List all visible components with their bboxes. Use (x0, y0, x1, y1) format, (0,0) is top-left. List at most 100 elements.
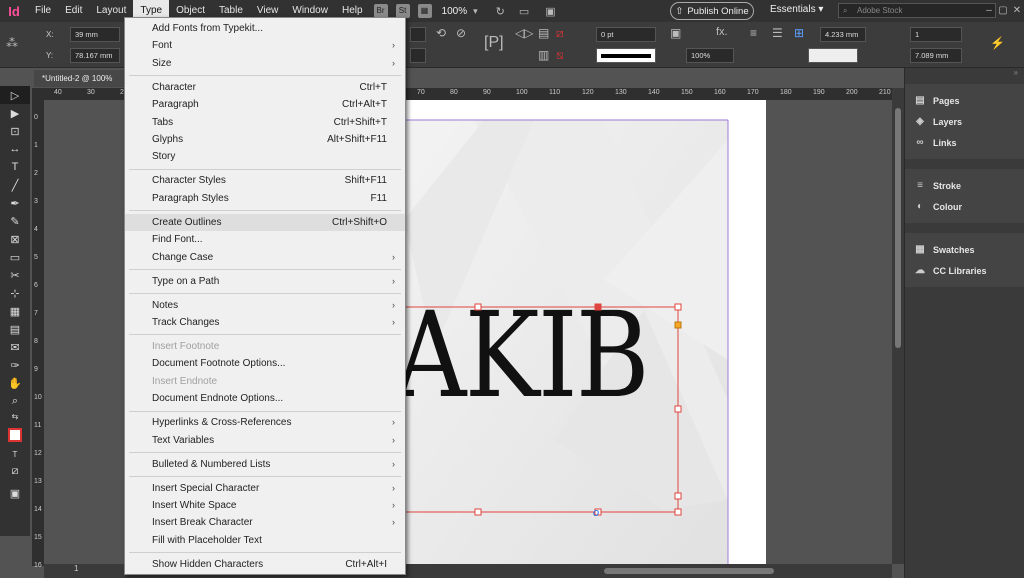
menu-item-show-hidden-characters[interactable]: Show Hidden Characters Ctrl+Alt+I (125, 556, 405, 573)
rotate-field-icon[interactable]: ⊘ (456, 26, 466, 40)
gap-tool-icon[interactable]: ↔ (0, 140, 30, 158)
stock-search-input[interactable]: ⌕ Adobe Stock (838, 3, 996, 18)
screen-mode-icon[interactable]: ▭ (519, 5, 529, 18)
menu-edit[interactable]: Edit (58, 0, 89, 22)
fill-stroke-icon[interactable] (0, 422, 30, 448)
menu-item-hyperlinks-cross-references[interactable]: Hyperlinks & Cross-References › (125, 414, 405, 431)
opacity-icon[interactable]: ▣ (670, 26, 681, 40)
menu-item-tabs[interactable]: Tabs Ctrl+Shift+T (125, 114, 405, 131)
workspace-switcher[interactable]: Essentials ▾ (770, 4, 823, 15)
selection-tool-icon[interactable]: ▷ (0, 86, 30, 104)
flip-icon[interactable]: ◁▷ (515, 26, 533, 40)
rectangle-frame-tool-icon[interactable]: ⊠ (0, 230, 30, 248)
stroke-weight-field[interactable]: 0 pt (596, 27, 656, 42)
gradient-swatch-tool-icon[interactable]: ▦ (0, 302, 30, 320)
free-transform-tool-icon[interactable]: ⊹ (0, 284, 30, 302)
formatting-affects-text-icon[interactable]: T (0, 448, 30, 460)
arrange-documents-icon[interactable]: ▣ (545, 5, 555, 18)
vertical-scrollbar[interactable] (892, 88, 904, 564)
panel-layers[interactable]: ◈ Layers (905, 111, 1024, 132)
apply-none-icon[interactable]: ⧄ (0, 460, 30, 482)
menu-item-change-case[interactable]: Change Case › (125, 249, 405, 266)
height-field[interactable] (410, 48, 426, 63)
menu-item-create-outlines[interactable]: Create Outlines Ctrl+Shift+O (125, 213, 405, 231)
collapse-panels-icon[interactable]: » (905, 68, 1024, 77)
panel-swatches[interactable]: ▦ Swatches (905, 239, 1024, 260)
vertical-scroll-thumb[interactable] (895, 108, 901, 348)
panel-stroke[interactable]: ≡ Stroke (905, 175, 1024, 196)
scissors-tool-icon[interactable]: ✂ (0, 266, 30, 284)
count-field[interactable]: 1 (910, 27, 962, 42)
menu-item-paragraph[interactable]: Paragraph Ctrl+Alt+T (125, 96, 405, 113)
menu-item-notes[interactable]: Notes › (125, 297, 405, 314)
type-tool-icon[interactable]: T (0, 158, 30, 176)
lightning-icon[interactable]: ⚡ (990, 36, 1005, 50)
close-icon[interactable]: ✕ (1010, 0, 1024, 22)
menu-item-story[interactable]: Story (125, 148, 405, 165)
size-field[interactable]: 7.089 mm (910, 48, 962, 63)
panel-pages[interactable]: ▤ Pages (905, 90, 1024, 111)
menu-item-text-variables[interactable]: Text Variables › (125, 432, 405, 449)
menu-item-insert-special-character[interactable]: Insert Special Character › (125, 480, 405, 497)
scale-field[interactable]: 100% (686, 48, 734, 63)
zoom-level[interactable]: 100% (442, 6, 468, 17)
menu-item-type-on-a-path[interactable]: Type on a Path › (125, 273, 405, 290)
pencil-tool-icon[interactable]: ✎ (0, 212, 30, 230)
constrain-icon[interactable]: ⟲ (436, 26, 446, 40)
reference-point-icon[interactable]: ⁂ (6, 36, 18, 50)
rectangle-tool-icon[interactable]: ▭ (0, 248, 30, 266)
menu-item-bulleted-numbered-lists[interactable]: Bulleted & Numbered Lists › (125, 456, 405, 473)
align-left-icon[interactable]: ≡ (750, 26, 757, 40)
document-tab[interactable]: *Untitled-2 @ 100% × (34, 70, 124, 100)
menu-item-character-styles[interactable]: Character Styles Shift+F11 (125, 172, 405, 189)
stroke-color-icon[interactable]: ⧅ (556, 48, 564, 63)
stroke-type-select[interactable] (596, 48, 656, 63)
width-field[interactable] (410, 27, 426, 42)
maximize-icon[interactable]: ▢ (996, 0, 1010, 22)
menu-item-insert-white-space[interactable]: Insert White Space › (125, 497, 405, 514)
stock-button[interactable]: St (395, 4, 410, 18)
bridge-button[interactable]: Br (373, 4, 388, 18)
swap-colors-icon[interactable]: ⇆ (0, 410, 30, 422)
menu-item-find-font[interactable]: Find Font... (125, 231, 405, 248)
horizontal-scroll-thumb[interactable] (604, 568, 774, 574)
menu-item-insert-break-character[interactable]: Insert Break Character › (125, 514, 405, 531)
menu-item-paragraph-styles[interactable]: Paragraph Styles F11 (125, 190, 405, 207)
x-position-field[interactable]: 39 mm (70, 27, 120, 42)
fill-swatch[interactable] (808, 48, 858, 63)
zoom-chevron-icon[interactable]: ▾ (473, 6, 478, 17)
panel-links[interactable]: ∞ Links (905, 132, 1024, 153)
gradient-feather-tool-icon[interactable]: ▤ (0, 320, 30, 338)
fill-none-icon[interactable]: ⧄ (556, 26, 564, 41)
view-options-icon[interactable]: ▦ (417, 4, 432, 18)
page-number[interactable]: 1 (74, 564, 78, 573)
note-tool-icon[interactable]: ✉ (0, 338, 30, 356)
menu-item-fill-with-placeholder-text[interactable]: Fill with Placeholder Text (125, 532, 405, 549)
minimize-icon[interactable]: – (982, 0, 996, 22)
eyedropper-tool-icon[interactable]: ✑ (0, 356, 30, 374)
screen-mode-tool-icon[interactable]: ▣ (0, 482, 30, 504)
menu-item-glyphs[interactable]: Glyphs Alt+Shift+F11 (125, 131, 405, 148)
paragraph-icon[interactable]: [P] (484, 34, 504, 52)
panel-cc-libraries[interactable]: ☁ CC Libraries (905, 260, 1024, 281)
publish-online-button[interactable]: ⇧ Publish Online (670, 2, 754, 20)
frame-fitting-icon[interactable]: ⊞ (794, 26, 804, 40)
pen-tool-icon[interactable]: ✒ (0, 194, 30, 212)
menu-item-track-changes[interactable]: Track Changes › (125, 314, 405, 331)
menu-file[interactable]: File (28, 0, 58, 22)
menu-item-size[interactable]: Size › (125, 55, 405, 72)
menu-item-character[interactable]: Character Ctrl+T (125, 79, 405, 96)
select-content-icon[interactable]: ▥ (538, 48, 549, 62)
zoom-tool-icon[interactable]: ⌕ (0, 392, 30, 410)
align-center-icon[interactable]: ☰ (772, 26, 783, 40)
menu-item-document-endnote-options[interactable]: Document Endnote Options... (125, 390, 405, 407)
effects-button[interactable]: fx. (716, 26, 728, 38)
menu-item-add-fonts-from-typekit[interactable]: Add Fonts from Typekit... (125, 20, 405, 37)
select-container-icon[interactable]: ▤ (538, 26, 549, 40)
menu-item-font[interactable]: Font › (125, 37, 405, 54)
hand-tool-icon[interactable]: ✋ (0, 374, 30, 392)
measure-field[interactable]: 4.233 mm (820, 27, 866, 42)
panel-colour[interactable]: ◐ Colour (905, 196, 1024, 217)
page-tool-icon[interactable]: ⊡ (0, 122, 30, 140)
direct-selection-tool-icon[interactable]: ▶ (0, 104, 30, 122)
